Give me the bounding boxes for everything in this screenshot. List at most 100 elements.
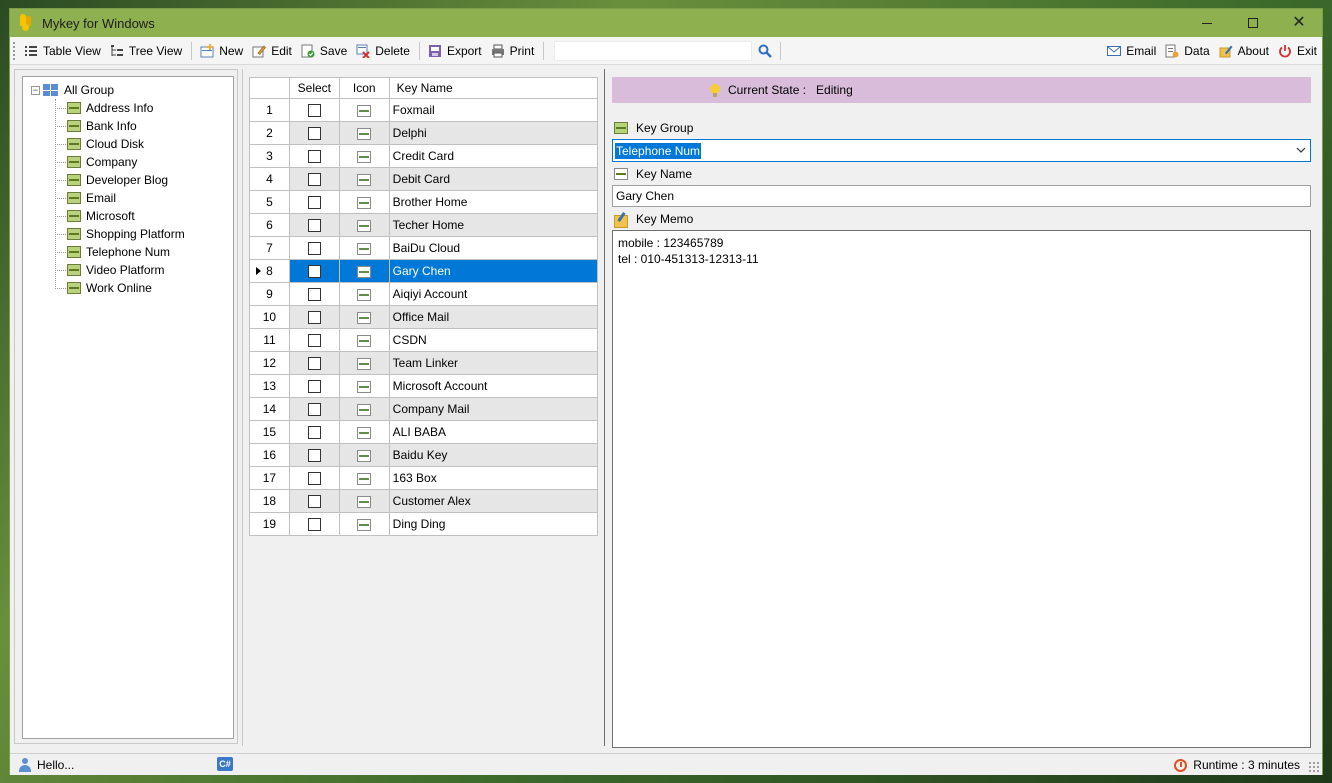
select-checkbox[interactable] — [307, 104, 321, 118]
key-memo-textarea[interactable]: mobile : 123465789 tel : 010-451313-1231… — [612, 230, 1311, 748]
select-checkbox[interactable] — [307, 288, 321, 302]
key-name-cell[interactable]: Aiqiyi Account — [388, 282, 599, 306]
tree-view-button[interactable]: Tree View — [106, 40, 186, 62]
table-row[interactable]: 8 Gary Chen — [249, 259, 599, 283]
title-bar[interactable]: Mykey for Windows ✕ — [10, 9, 1322, 37]
table-row[interactable]: 18 Customer Alex — [249, 489, 599, 513]
column-header-icon[interactable]: Icon — [338, 77, 390, 99]
key-name-cell[interactable]: Brother Home — [388, 190, 599, 214]
key-name-cell[interactable]: Microsoft Account — [388, 374, 599, 398]
row-number[interactable]: 6 — [249, 213, 290, 237]
row-number[interactable]: 5 — [249, 190, 290, 214]
row-number[interactable]: 7 — [249, 236, 290, 260]
tree-item-shopping-platform[interactable]: Shopping Platform — [55, 225, 185, 243]
select-checkbox[interactable] — [307, 403, 321, 417]
row-number[interactable]: 4 — [249, 167, 290, 191]
email-button[interactable]: Email — [1103, 40, 1160, 62]
toolbar-grip[interactable] — [13, 41, 16, 60]
key-name-cell[interactable]: 163 Box — [388, 466, 599, 490]
tree-item-bank-info[interactable]: Bank Info — [55, 117, 137, 135]
tree-item-work-online[interactable]: Work Online — [55, 279, 152, 297]
table-row[interactable]: 13 Microsoft Account — [249, 374, 599, 398]
tree-item-telephone-num[interactable]: Telephone Num — [55, 243, 170, 261]
tree-item-cloud-disk[interactable]: Cloud Disk — [55, 135, 144, 153]
tree-item-company[interactable]: Company — [55, 153, 137, 171]
table-row[interactable]: 12 Team Linker — [249, 351, 599, 375]
select-checkbox[interactable] — [307, 127, 321, 141]
chevron-down-icon[interactable] — [1296, 145, 1306, 155]
search-input[interactable] — [554, 40, 753, 61]
table-row[interactable]: 7 BaiDu Cloud — [249, 236, 599, 260]
select-checkbox[interactable] — [307, 357, 321, 371]
select-checkbox[interactable] — [307, 265, 321, 279]
table-row[interactable]: 6 Techer Home — [249, 213, 599, 237]
row-number[interactable]: 15 — [249, 420, 290, 444]
close-button[interactable]: ✕ — [1276, 9, 1322, 37]
select-checkbox[interactable] — [307, 380, 321, 394]
select-checkbox[interactable] — [307, 495, 321, 509]
key-name-cell[interactable]: Team Linker — [388, 351, 599, 375]
maximize-button[interactable] — [1230, 9, 1276, 37]
select-checkbox[interactable] — [307, 173, 321, 187]
key-name-cell[interactable]: Baidu Key — [388, 443, 599, 467]
key-name-cell[interactable]: Techer Home — [388, 213, 599, 237]
tree-root-all-group[interactable]: − All Group — [31, 81, 114, 99]
row-number[interactable]: 10 — [249, 305, 290, 329]
table-row[interactable]: 3 Credit Card — [249, 144, 599, 168]
select-checkbox[interactable] — [307, 242, 321, 256]
key-name-cell[interactable]: Credit Card — [388, 144, 599, 168]
key-name-cell[interactable]: Debit Card — [388, 167, 599, 191]
tree-item-email[interactable]: Email — [55, 189, 116, 207]
tree-item-address-info[interactable]: Address Info — [55, 99, 153, 117]
table-row[interactable]: 2 Delphi — [249, 121, 599, 145]
row-number[interactable]: 11 — [249, 328, 290, 352]
key-name-cell[interactable]: Office Mail — [388, 305, 599, 329]
select-checkbox[interactable] — [307, 449, 321, 463]
select-checkbox[interactable] — [307, 518, 321, 532]
select-checkbox[interactable] — [307, 150, 321, 164]
delete-button[interactable]: Delete — [352, 40, 414, 62]
key-group-select[interactable]: Telephone Num — [612, 139, 1311, 162]
exit-button[interactable]: Exit — [1274, 40, 1321, 62]
new-button[interactable]: New — [196, 40, 247, 62]
tree-item-developer-blog[interactable]: Developer Blog — [55, 171, 168, 189]
column-header-key-name[interactable]: Key Name — [388, 77, 599, 99]
row-number[interactable]: 2 — [249, 121, 290, 145]
row-number[interactable]: 18 — [249, 489, 290, 513]
export-button[interactable]: Export — [424, 40, 486, 62]
select-checkbox[interactable] — [307, 426, 321, 440]
row-number[interactable]: 12 — [249, 351, 290, 375]
key-name-cell[interactable]: Company Mail — [388, 397, 599, 421]
table-row[interactable]: 9 Aiqiyi Account — [249, 282, 599, 306]
select-checkbox[interactable] — [307, 219, 321, 233]
table-row[interactable]: 4 Debit Card — [249, 167, 599, 191]
row-number[interactable]: 8 — [249, 259, 290, 283]
select-checkbox[interactable] — [307, 334, 321, 348]
key-name-cell[interactable]: CSDN — [388, 328, 599, 352]
row-number[interactable]: 3 — [249, 144, 290, 168]
row-number[interactable]: 1 — [249, 98, 290, 122]
table-row[interactable]: 11 CSDN — [249, 328, 599, 352]
select-checkbox[interactable] — [307, 472, 321, 486]
row-number[interactable]: 16 — [249, 443, 290, 467]
table-row[interactable]: 14 Company Mail — [249, 397, 599, 421]
select-checkbox[interactable] — [307, 196, 321, 210]
save-button[interactable]: Save — [297, 40, 351, 62]
row-number[interactable]: 9 — [249, 282, 290, 306]
key-name-cell[interactable]: Foxmail — [388, 98, 599, 122]
key-name-cell[interactable]: Customer Alex — [388, 489, 599, 513]
collapse-icon[interactable]: − — [31, 85, 40, 95]
group-tree[interactable]: − All Group Address Info Bank Info Cloud… — [22, 76, 234, 739]
edit-button[interactable]: Edit — [248, 40, 296, 62]
table-view-button[interactable]: Table View — [20, 40, 105, 62]
table-row[interactable]: 17 163 Box — [249, 466, 599, 490]
table-row[interactable]: 10 Office Mail — [249, 305, 599, 329]
key-name-cell[interactable]: ALI BABA — [388, 420, 599, 444]
select-checkbox[interactable] — [307, 311, 321, 325]
key-name-cell[interactable]: BaiDu Cloud — [388, 236, 599, 260]
key-name-input[interactable]: Gary Chen — [612, 185, 1311, 207]
key-name-cell[interactable]: Delphi — [388, 121, 599, 145]
minimize-button[interactable] — [1184, 9, 1230, 37]
key-name-cell[interactable]: Gary Chen — [388, 259, 599, 283]
tree-item-video-platform[interactable]: Video Platform — [55, 261, 165, 279]
